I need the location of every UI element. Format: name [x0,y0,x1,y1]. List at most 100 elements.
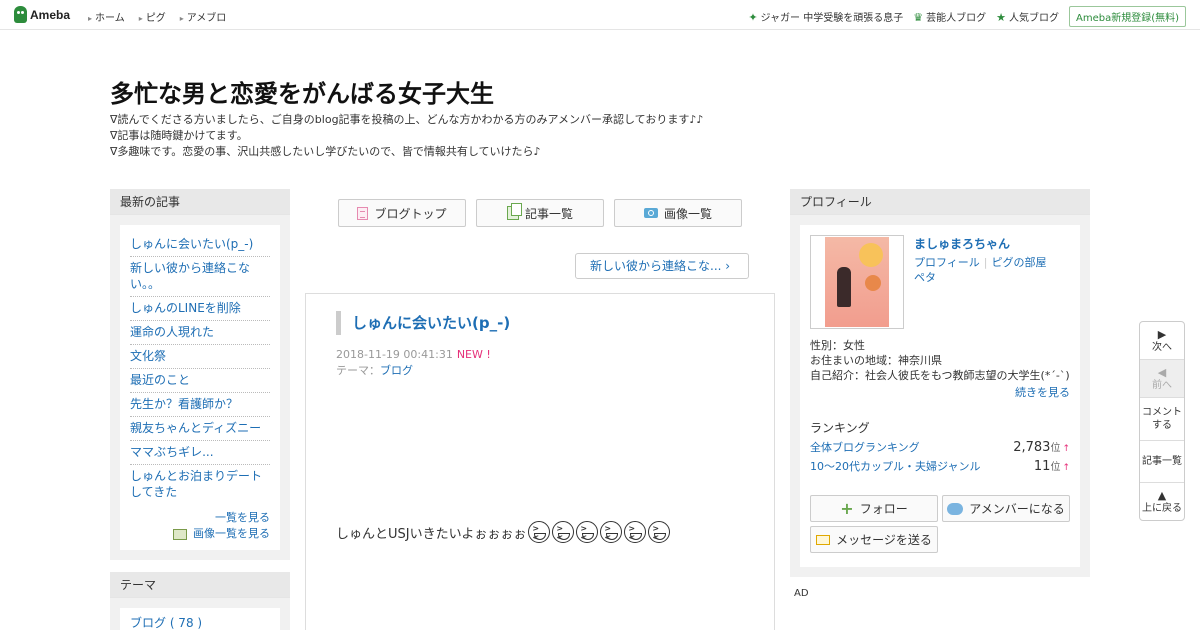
link-separator: | [983,256,988,269]
copy-icon [506,203,522,220]
celebrity-blog-link[interactable]: ♛ 芸能人ブログ [913,9,986,24]
register-button[interactable]: Ameba新規登録(無料) [1068,6,1186,27]
play-icon: ▶ [1157,328,1167,341]
crying-face-icon [624,521,647,543]
profile-name[interactable]: ましゅまろちゃん [914,235,1010,252]
follow-button[interactable]: + フォロー [810,495,938,522]
theme-label: テーマ： [336,364,380,377]
recent-post-link[interactable]: 新しい彼から連絡こない。。 [130,261,250,291]
crying-face-icon [648,521,671,543]
nav-pigg[interactable]: ピグ [139,9,166,24]
recent-post-link[interactable]: しゅんとお泊まりデートしてきた [130,469,262,499]
ranking-title: ランキング [810,421,870,435]
featured-blog-link[interactable]: ✦ ジャガー 中学受験を頑張る息子 [748,9,903,24]
blog-desc-line: ∇多趣味です。恋愛の事、沢山共感したいし学びたいので、皆で情報共有していけたら♪ [110,145,541,158]
ranking-link[interactable]: 全体ブログランキング [810,439,920,455]
profile-body: ましゅまろちゃん プロフィール | ピグの部屋 ペタ 性別：女性 お住まいの地域：神… [800,225,1080,567]
blog-top-label: ブログトップ [374,206,447,221]
recent-post-link[interactable]: 先生か？看護師か？ [130,397,238,411]
prev-post-nav[interactable]: ◀ 前へ [1140,360,1184,398]
list-item: ママぶちギレ... [130,441,270,465]
see-list-link[interactable]: 一覧を見る [215,511,270,524]
floating-side-nav: ▶ 次へ ◀ 前へ コメントする 記事一覧 ▲ 上に戻る [1139,321,1185,521]
follow-label: フォロー [859,502,908,516]
ranking-unit: 位 [1050,462,1061,473]
recent-post-link[interactable]: しゅんに会いたい(p_-) [130,237,253,251]
recent-post-link[interactable]: ママぶちギレ... [130,445,214,459]
recent-post-link[interactable]: 文化祭 [130,349,166,363]
ranking-number: 2,783 [1013,440,1051,455]
recent-posts-heading: 最新の記事 [110,189,290,215]
recent-post-link[interactable]: 親友ちゃんとディズニー [130,421,261,435]
article-date: 2018-11-19 00:41:31 [336,348,453,361]
list-item: 運命の人現れた [130,321,270,345]
profile-gender: 性別：女性 [810,339,865,352]
blog-desc-line: ∇読んでくださる方いましたら、ご自身のblog記事を投稿の上、どんな方かわかる方… [110,113,704,126]
send-message-button[interactable]: メッセージを送る [810,526,938,553]
crying-face-icon [600,521,623,543]
next-post-button[interactable]: 新しい彼から連絡こな... › [575,253,749,279]
global-nav: ホーム ピグ アメブロ [88,9,226,24]
arrow-up-icon: ↑ [1062,463,1070,473]
article-text: しゅんとUSJいきたいよぉぉぉぉ [336,526,527,542]
profile-box: プロフィール ましゅまろちゃん プロフィール | ピグの部屋 ペタ 性別：女性 お住… [790,189,1090,577]
theme-heading: テーマ [110,572,290,598]
post-list-button[interactable]: 記事一覧 [476,199,604,227]
theme-box: テーマ ブログ ( 78 ) [110,572,290,630]
next-post-nav[interactable]: ▶ 次へ [1140,322,1184,360]
triangle-up-icon: ▲ [1157,489,1167,502]
post-list-nav[interactable]: 記事一覧 [1140,441,1184,483]
profile-intro: 自己紹介：社会人彼氏をもつ教師志望の大学生(*´-`) [810,369,1070,382]
ranking-link[interactable]: 10〜20代カップル・夫婦ジャンル [810,458,980,474]
list-item: 親友ちゃんとディズニー [130,417,270,441]
pigg-room-link[interactable]: ピグの部屋 [992,256,1047,269]
image-list-button[interactable]: 画像一覧 [614,199,742,227]
peta-link[interactable]: ペタ [914,271,936,284]
blog-nav-buttons: ブログトップ 記事一覧 画像一覧 [338,199,742,227]
theme-body: ブログ ( 78 ) [120,608,280,630]
chevron-right-icon: › [725,259,731,273]
list-item: 最近のこと [130,369,270,393]
profile-info: 性別：女性 お住まいの地域：神奈川県 自己紹介：社会人彼氏をもつ教師志望の大学生… [810,338,1070,383]
nav-ameblo[interactable]: アメブロ [180,9,227,24]
recent-posts-body: しゅんに会いたい(p_-) 新しい彼から連絡こない。。 しゅんのLINEを削除 … [120,225,280,550]
recent-post-link[interactable]: 運命の人現れた [130,325,214,339]
back-to-top-nav[interactable]: ▲ 上に戻る [1140,483,1184,520]
blog-title[interactable]: 多忙な男と恋愛をがんばる女子大生 [110,74,494,109]
theme-link[interactable]: ブログ ( 78 ) [130,616,202,630]
popular-blog-link[interactable]: ★ 人気ブログ [996,9,1059,24]
image-list-label: 画像一覧 [663,206,712,221]
list-item: 先生か？看護師か？ [130,393,270,417]
profile-links: プロフィール | ピグの部屋 ペタ [914,255,1074,285]
back-to-top-label: 上に戻る [1142,503,1182,514]
amember-button[interactable]: アメンバーになる [942,495,1070,522]
recent-post-link[interactable]: しゅんのLINEを削除 [130,301,241,315]
comment-nav[interactable]: コメントする [1140,398,1184,441]
recent-post-link[interactable]: 最近のこと [130,373,190,387]
reverse-play-icon: ◀ [1157,366,1167,379]
read-more-link[interactable]: 続きを見る [1015,384,1070,400]
article-meta: 2018-11-19 00:41:31 NEW ! テーマ：ブログ [336,347,491,379]
article-theme-link[interactable]: ブログ [380,364,413,377]
crying-face-icon [576,521,599,543]
list-item: 文化祭 [130,345,270,369]
profile-heading: プロフィール [790,189,1090,215]
ranking-value: 11位 ↑ [1034,458,1070,474]
left-sidebar: 最新の記事 しゅんに会いたい(p_-) 新しい彼から連絡こない。。 しゅんのLI… [110,189,290,630]
celebrity-blog-label: 芸能人ブログ [926,13,987,24]
speech-bubble-icon [947,502,964,515]
nav-home[interactable]: ホーム [88,9,125,24]
next-post-label: 新しい彼から連絡こな... [590,259,722,273]
document-icon [357,206,369,220]
profile-link[interactable]: プロフィール [914,256,980,269]
avatar[interactable] [810,235,904,329]
ameba-logo[interactable]: Ameba [14,6,70,23]
article-title[interactable]: しゅんに会いたい(p_-) [336,311,510,335]
crying-face-icon [552,521,575,543]
popular-blog-label: 人気ブログ [1008,13,1059,24]
ranking-row: 全体ブログランキング 2,783位 ↑ [810,439,1070,455]
post-list-nav-label: 記事一覧 [1142,456,1182,467]
prev-label: 前へ [1152,380,1172,391]
blog-top-button[interactable]: ブログトップ [338,199,466,227]
see-images-link[interactable]: 画像一覧を見る [193,527,270,540]
